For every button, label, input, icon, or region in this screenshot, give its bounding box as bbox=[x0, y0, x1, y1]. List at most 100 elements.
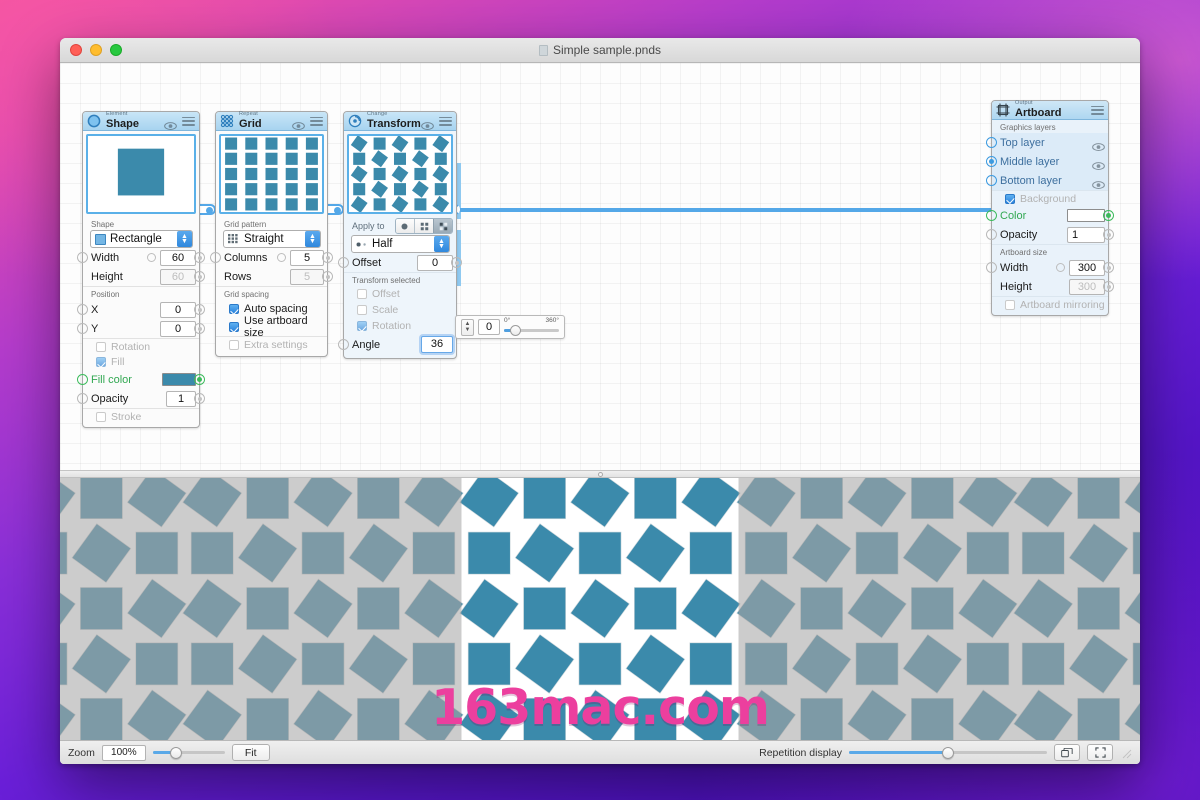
port-columns-out[interactable] bbox=[322, 252, 333, 263]
all-dots-icon[interactable] bbox=[396, 219, 415, 233]
port-y-out[interactable] bbox=[194, 323, 205, 334]
shape-height-row[interactable]: Height 60 bbox=[83, 267, 199, 286]
shape-type-dropdown[interactable]: Rectangle ▲▼ bbox=[90, 230, 193, 248]
link-cols-rows-icon[interactable] bbox=[277, 253, 286, 262]
node-transform-header[interactable]: Change Transform bbox=[344, 112, 456, 131]
rotation-checkbox[interactable] bbox=[96, 342, 106, 352]
angle-slider-popover[interactable]: ▲▼ 0 0° 360° bbox=[455, 315, 565, 339]
stroke-checkbox[interactable] bbox=[96, 412, 106, 422]
node-shape-header[interactable]: Element Shape bbox=[83, 112, 199, 131]
artboard-height-input[interactable]: 300 bbox=[1069, 279, 1105, 295]
artboard-layer-top-row[interactable]: Top layer bbox=[992, 133, 1108, 152]
visibility-eye-icon[interactable] bbox=[421, 117, 434, 125]
port-offset-out[interactable] bbox=[451, 257, 462, 268]
shape-width-input[interactable]: 60 bbox=[160, 250, 196, 266]
shape-opacity-row[interactable]: Opacity 1 bbox=[83, 389, 199, 408]
node-transform[interactable]: Change Transform Apply to bbox=[343, 111, 457, 359]
artboard-layer-bottom-row[interactable]: Bottom layer bbox=[992, 171, 1108, 190]
alternate-dots-icon[interactable] bbox=[433, 219, 452, 233]
artboard-mirroring-row[interactable]: Artboard mirroring bbox=[992, 296, 1108, 312]
port-artboard-opacity-in[interactable] bbox=[986, 229, 997, 240]
fit-button[interactable]: Fit bbox=[232, 744, 270, 761]
artboard-height-row[interactable]: Height 300 bbox=[992, 277, 1108, 296]
bottom-layer-eye-icon[interactable] bbox=[1092, 177, 1105, 185]
node-canvas[interactable]: Element Shape Shape Rectangle ▲▼ bbox=[60, 63, 1140, 470]
grid-columns-row[interactable]: Columns 5 bbox=[216, 248, 327, 267]
angle-slider[interactable]: 0° 360° bbox=[504, 317, 559, 337]
shape-x-input[interactable]: 0 bbox=[160, 302, 196, 318]
port-artboard-color-out[interactable] bbox=[1103, 210, 1114, 221]
artboard-opacity-input[interactable]: 1 bbox=[1067, 227, 1105, 243]
grid-columns-input[interactable]: 5 bbox=[290, 250, 324, 266]
shape-fill-toggle-row[interactable]: Fill bbox=[83, 354, 199, 370]
transform-offset-toggle-row[interactable]: Offset bbox=[344, 286, 456, 302]
port-height-out[interactable] bbox=[194, 271, 205, 282]
background-checkbox[interactable] bbox=[1005, 194, 1015, 204]
angle-slider-thumb[interactable] bbox=[510, 325, 521, 336]
port-middle-layer[interactable] bbox=[986, 156, 997, 167]
port-offset-in[interactable] bbox=[338, 257, 349, 268]
shape-opacity-input[interactable]: 1 bbox=[166, 391, 196, 407]
splitter-grip-icon[interactable] bbox=[598, 472, 603, 477]
grid-pattern-dropdown[interactable]: Straight ▲▼ bbox=[223, 230, 321, 248]
node-menu-icon[interactable] bbox=[1091, 106, 1104, 115]
artboard-mirroring-checkbox[interactable] bbox=[1005, 300, 1015, 310]
transform-offset-row[interactable]: Offset 0 bbox=[344, 253, 456, 272]
shape-y-input[interactable]: 0 bbox=[160, 321, 196, 337]
zoom-slider-thumb[interactable] bbox=[170, 747, 182, 759]
transform-angle-input[interactable]: 36 bbox=[421, 336, 453, 353]
port-artboard-height-out[interactable] bbox=[1103, 281, 1114, 292]
top-layer-eye-icon[interactable] bbox=[1092, 139, 1105, 147]
port-columns-in[interactable] bbox=[210, 252, 221, 263]
port-artboard-width-in[interactable] bbox=[986, 262, 997, 273]
pattern-preview-area[interactable]: 163mac.com bbox=[60, 478, 1140, 740]
repetition-slider-thumb[interactable] bbox=[942, 747, 954, 759]
node-artboard-header[interactable]: Output Artboard bbox=[992, 101, 1108, 120]
grid-use-artboard-row[interactable]: Use artboard size bbox=[216, 318, 327, 336]
shape-fill-color-row[interactable]: Fill color bbox=[83, 370, 199, 389]
transform-offset-input[interactable]: 0 bbox=[417, 255, 453, 271]
port-x-in[interactable] bbox=[77, 304, 88, 315]
port-opacity-out[interactable] bbox=[194, 393, 205, 404]
transform-offset-checkbox[interactable] bbox=[357, 289, 367, 299]
shape-width-row[interactable]: Width 60 bbox=[83, 248, 199, 267]
node-grid[interactable]: Repeat Grid Grid pattern bbox=[215, 111, 328, 357]
transform-angle-row[interactable]: Angle 36 bbox=[344, 334, 456, 355]
node-menu-icon[interactable] bbox=[310, 117, 323, 126]
auto-spacing-checkbox[interactable] bbox=[229, 304, 239, 314]
link-artboard-wh-icon[interactable] bbox=[1056, 263, 1065, 272]
fill-checkbox[interactable] bbox=[96, 357, 106, 367]
node-menu-icon[interactable] bbox=[439, 117, 452, 126]
port-artboard-width-out[interactable] bbox=[1103, 262, 1114, 273]
port-rows-out[interactable] bbox=[322, 271, 333, 282]
repetition-slider[interactable] bbox=[849, 746, 1047, 760]
port-x-out[interactable] bbox=[194, 304, 205, 315]
extra-settings-checkbox[interactable] bbox=[229, 340, 239, 350]
port-y-in[interactable] bbox=[77, 323, 88, 334]
shape-y-row[interactable]: Y 0 bbox=[83, 319, 199, 338]
artboard-background-row[interactable]: Background bbox=[992, 190, 1108, 206]
port-artboard-opacity-out[interactable] bbox=[1103, 229, 1114, 240]
link-wh-icon[interactable] bbox=[147, 253, 156, 262]
port-opacity-in[interactable] bbox=[77, 393, 88, 404]
artboard-width-row[interactable]: Width 300 bbox=[992, 258, 1108, 277]
visibility-eye-icon[interactable] bbox=[292, 117, 305, 125]
port-fill-color-out[interactable] bbox=[194, 374, 205, 385]
fullscreen-icon[interactable] bbox=[1087, 744, 1113, 761]
use-artboard-size-checkbox[interactable] bbox=[229, 322, 239, 332]
angle-stepper[interactable]: ▲▼ bbox=[461, 319, 474, 336]
shape-x-row[interactable]: X 0 bbox=[83, 300, 199, 319]
port-top-layer[interactable] bbox=[986, 137, 997, 148]
artboard-opacity-row[interactable]: Opacity 1 bbox=[992, 225, 1108, 244]
zoom-value-input[interactable]: 100% bbox=[102, 745, 146, 761]
middle-layer-eye-icon[interactable] bbox=[1092, 158, 1105, 166]
tile-preview-icon[interactable] bbox=[1054, 744, 1080, 761]
transform-rotation-toggle-row[interactable]: Rotation bbox=[344, 318, 456, 334]
artboard-color-row[interactable]: Color bbox=[992, 206, 1108, 225]
transform-scale-checkbox[interactable] bbox=[357, 305, 367, 315]
shape-stroke-toggle-row[interactable]: Stroke bbox=[83, 408, 199, 424]
node-artboard[interactable]: Output Artboard Graphics layers Top laye… bbox=[991, 100, 1109, 316]
port-width-in[interactable] bbox=[77, 252, 88, 263]
four-dots-icon[interactable] bbox=[414, 219, 433, 233]
port-angle-in[interactable] bbox=[338, 339, 349, 350]
